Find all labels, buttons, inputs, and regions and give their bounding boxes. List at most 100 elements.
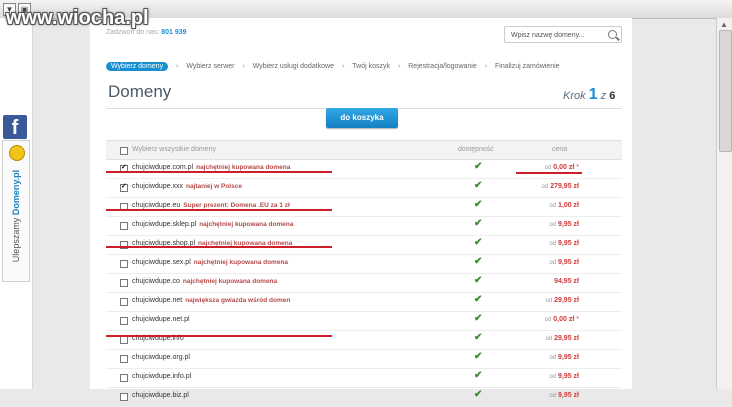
domain-checkbox[interactable] — [120, 317, 128, 325]
available-check-icon: ✔ — [474, 161, 483, 172]
price-prefix: od — [549, 355, 557, 361]
promo-label: najchętniej kupowana domena — [193, 259, 289, 266]
domain-name: chujciwdupe.org.pl — [132, 354, 190, 361]
step-wybierz-serwer[interactable]: Wybierz serwer — [186, 63, 234, 70]
price-value: 9,95 zł — [557, 373, 579, 380]
available-check-icon: ✔ — [474, 370, 483, 381]
table-row[interactable]: chujciwdupe.org.pl ✔ od 9,95 zł — [106, 350, 622, 369]
table-row[interactable]: chujciwdupe.xxxnajtaniej w Polsce ✔ od 279… — [106, 179, 622, 198]
checkout-steps: Wybierz domeny › Wybierz serwer › Wybier… — [106, 62, 566, 75]
price-value: 29,95 zł — [554, 335, 579, 342]
table-row[interactable]: chujciwdupe.sklep.pl najchętniej kupowana… — [106, 217, 622, 236]
availability-header: dostępność — [458, 146, 494, 153]
annotation-underline — [106, 335, 332, 337]
price-footnote: * — [576, 316, 579, 323]
step-rejestracja[interactable]: Rejestracja/logowanie — [408, 63, 476, 70]
annotation-underline — [106, 209, 332, 211]
domain-name: chujciwdupe.info.pl — [132, 373, 192, 380]
table-row[interactable]: chujciwdupe.co najchętniej kupowana domen… — [106, 274, 622, 293]
price-prefix: od — [549, 203, 557, 209]
domain-checkbox[interactable] — [120, 279, 128, 287]
domain-name: chujciwdupe.biz.pl — [132, 392, 189, 399]
price-value: 0,00 zł — [553, 164, 575, 171]
price-prefix: od — [544, 165, 552, 171]
promo-label: najchętniej kupowana domena — [182, 278, 278, 285]
domain-table: Wybierz wszystkie domeny dostępność cena… — [106, 140, 622, 407]
page-title: Domeny — [108, 82, 172, 101]
add-to-cart-button[interactable]: do koszyka — [326, 108, 398, 128]
table-header: Wybierz wszystkie domeny dostępność cena — [106, 140, 622, 160]
domain-checkbox[interactable] — [120, 222, 128, 230]
price-prefix: od — [549, 241, 557, 247]
step-uslugi-dodatkowe[interactable]: Wybierz usługi dodatkowe — [253, 63, 334, 70]
available-check-icon: ✔ — [474, 237, 483, 248]
domain-checkbox[interactable] — [120, 374, 128, 382]
domain-name: chujciwdupe.co — [132, 278, 180, 285]
price-prefix: od — [545, 336, 553, 342]
price-value: 279,95 zł — [550, 183, 579, 190]
table-row[interactable]: chujciwdupe.net największa gwiazda wśród … — [106, 293, 622, 312]
krok-current: 1 — [588, 86, 598, 103]
domain-name: chujciwdupe.xxx — [132, 183, 183, 190]
select-all-checkbox[interactable] — [120, 147, 128, 155]
badge-text: Ulepszamy — [11, 215, 21, 263]
facebook-icon[interactable]: f — [3, 115, 27, 139]
scroll-thumb[interactable] — [719, 30, 732, 152]
phone-number[interactable]: 801 939 — [161, 29, 186, 36]
vertical-scrollbar[interactable]: ▲ — [716, 18, 732, 389]
scroll-up-icon[interactable]: ▲ — [720, 20, 728, 29]
table-row[interactable]: chujciwdupe.net.pl ✔ od 0,00 zł * — [106, 312, 622, 331]
badge-brand: Domeny.pl — [11, 169, 21, 216]
step-koszyk[interactable]: Twój koszyk — [352, 63, 390, 70]
promo-label: najchętniej kupowana domena — [199, 221, 294, 228]
price-prefix: od — [549, 393, 557, 399]
available-check-icon: ✔ — [474, 199, 483, 210]
price-value: 9,95 zł — [557, 221, 579, 228]
price-value: 0,00 zł — [553, 316, 575, 323]
available-check-icon: ✔ — [474, 294, 483, 305]
page-content: Zadzwoń do nas: 801 939 Wpisz nazwę dome… — [90, 18, 632, 407]
search-icon[interactable] — [608, 30, 617, 39]
table-row[interactable]: chujciwdupe.sex.pl najchętniej kupowana d… — [106, 255, 622, 274]
price-value: 9,95 zł — [557, 392, 579, 399]
available-check-icon: ✔ — [474, 351, 483, 362]
chevron-right-icon: › — [484, 63, 488, 70]
domain-checkbox[interactable] — [120, 393, 128, 401]
step-wybierz-domeny[interactable]: Wybierz domeny — [106, 62, 169, 71]
available-check-icon: ✔ — [474, 218, 483, 229]
price-prefix: od — [549, 260, 557, 266]
domain-checkbox[interactable] — [120, 298, 128, 306]
promo-label: najchętniej kupowana domena — [196, 164, 291, 171]
annotation-underline — [516, 172, 582, 174]
table-row[interactable]: chujciwdupe.eu Super prezent: Domena .EU … — [106, 198, 622, 217]
krok-of: z — [600, 90, 607, 102]
price-prefix: od — [549, 374, 557, 380]
krok-label: Krok — [563, 90, 586, 102]
table-row[interactable]: chujciwdupe.info ✔ od 29,95 zł — [106, 331, 622, 350]
chevron-right-icon: › — [242, 63, 245, 70]
available-check-icon: ✔ — [474, 275, 483, 286]
available-check-icon: ✔ — [474, 389, 483, 400]
domain-name: chujciwdupe.eu — [132, 202, 181, 209]
search-placeholder: Wpisz nazwę domeny... — [511, 32, 585, 39]
price-value: 29,95 zł — [554, 297, 579, 304]
domain-checkbox[interactable] — [120, 260, 128, 268]
contact-label: Zadzwoń do nas: — [106, 29, 160, 36]
table-row[interactable]: chujciwdupe.com.plnajchętniej kupowana d… — [106, 160, 622, 179]
domain-checkbox[interactable] — [120, 336, 128, 344]
krok-total: 6 — [609, 90, 616, 102]
search-input[interactable]: Wpisz nazwę domeny... — [504, 26, 622, 43]
price-footnote: * — [576, 164, 579, 171]
contact-info: Zadzwoń do nas: 801 939 — [106, 29, 187, 36]
table-row[interactable]: chujciwdupe.biz.pl ✔ od 9,95 zł — [106, 388, 622, 407]
price-value: 1,00 zł — [557, 202, 579, 209]
domain-checkbox[interactable] — [120, 355, 128, 363]
chevron-right-icon: › — [397, 63, 401, 70]
domeny-badge[interactable]: Ulepszamy Domeny.pl — [2, 140, 30, 282]
domain-checkbox[interactable] — [120, 182, 128, 192]
step-finalizuj[interactable]: Finalizuj zamówienie — [495, 63, 560, 70]
domain-name: chujciwdupe.net — [132, 297, 183, 304]
price-prefix: od — [541, 184, 549, 190]
table-row[interactable]: chujciwdupe.info.pl ✔ od 9,95 zł — [106, 369, 622, 388]
domain-name: chujciwdupe.sklep.pl — [132, 221, 197, 228]
